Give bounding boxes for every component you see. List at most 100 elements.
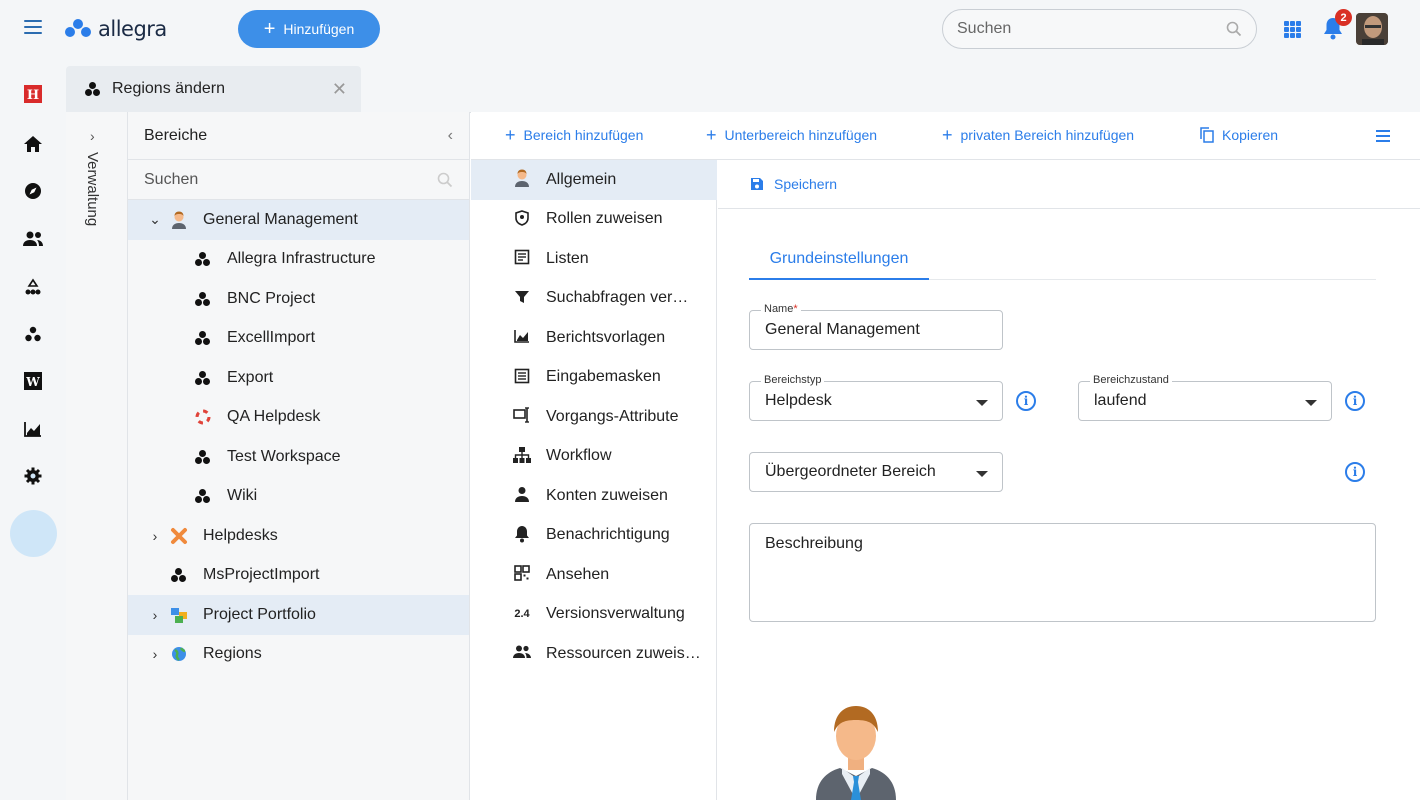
compass-icon[interactable] <box>22 180 44 202</box>
tree-item-label: ExcellImport <box>227 329 316 347</box>
chevron-right-icon[interactable]: › <box>148 528 162 544</box>
menu-item[interactable]: Listen <box>471 239 717 279</box>
chevron-down-icon[interactable]: ⌄ <box>148 211 162 228</box>
person-icon <box>513 169 531 190</box>
tree-item-label: General Management <box>203 210 358 228</box>
save-button[interactable]: Speichern <box>750 176 837 192</box>
menu-item[interactable]: Vorgangs-Attribute <box>471 397 717 437</box>
tree-item[interactable]: › Regions <box>128 635 469 675</box>
menu-item-label: Allgemein <box>546 170 617 188</box>
workspace-icon <box>194 250 212 268</box>
tab-grundeinstellungen[interactable]: Grundeinstellungen <box>749 240 929 280</box>
org-chart-icon[interactable] <box>22 276 44 298</box>
tree-header: Bereiche ‹ <box>128 112 469 160</box>
search-icon[interactable] <box>1226 21 1242 37</box>
tree-item[interactable]: Allegra Infrastructure <box>128 240 469 280</box>
tree-item-label: MsProjectImport <box>203 566 320 584</box>
tree-item-label: Export <box>227 368 274 386</box>
tree-item[interactable]: Test Workspace <box>128 437 469 477</box>
tab-regions-edit[interactable]: Regions ändern ✕ <box>66 66 361 112</box>
info-icon[interactable]: i <box>1016 391 1036 411</box>
menu-item-label: Konten zuweisen <box>546 486 668 504</box>
add-subarea-label: Unterbereich hinzufügen <box>724 127 878 143</box>
menu-item[interactable]: Suchabfragen ver… <box>471 279 717 319</box>
area-type-select[interactable]: Bereichstyp Helpdesk <box>749 374 1003 421</box>
copy-button[interactable]: Kopieren <box>1200 127 1278 143</box>
add-area-button[interactable]: + Bereich hinzufügen <box>505 126 643 144</box>
notification-badge: 2 <box>1335 9 1352 26</box>
dropdown-arrow-icon <box>1305 400 1317 406</box>
name-field[interactable]: Name* General Management <box>749 303 1003 350</box>
area-tree: Bereiche ‹ ⌄ General Management Allegra In… <box>128 112 470 800</box>
allegra-logo[interactable]: allegra <box>64 14 167 44</box>
workspace-icon <box>194 369 212 387</box>
tree-item[interactable]: Export <box>128 358 469 398</box>
account-icon <box>513 486 531 505</box>
chevron-right-icon[interactable]: › <box>148 607 162 623</box>
parent-area-select[interactable]: Übergeordneter Bereich <box>749 452 1003 492</box>
tree-search-input[interactable] <box>144 170 404 189</box>
menu-item[interactable]: Berichtsvorlagen <box>471 318 717 358</box>
more-menu-icon[interactable] <box>1376 130 1390 142</box>
form-icon <box>513 368 531 387</box>
menu-item[interactable]: Konten zuweisen <box>471 476 717 516</box>
global-search[interactable] <box>942 9 1257 49</box>
expand-chevron-icon[interactable]: › <box>90 128 95 144</box>
menu-item[interactable]: 2.4 Versionsverwaltung <box>471 595 717 635</box>
menu-item[interactable]: Allgemein <box>471 160 717 200</box>
area-state-select[interactable]: Bereichzustand laufend <box>1078 374 1332 421</box>
plus-icon: + <box>263 18 276 40</box>
tree-item[interactable]: QA Helpdesk <box>128 398 469 438</box>
workflow-icon <box>513 446 531 466</box>
tree-item[interactable]: BNC Project <box>128 279 469 319</box>
chevron-right-icon[interactable]: › <box>148 646 162 662</box>
menu-item[interactable]: Rollen zuweisen <box>471 200 717 240</box>
users-icon[interactable] <box>22 228 44 250</box>
close-tab-icon[interactable]: ✕ <box>332 79 347 100</box>
menu-item[interactable]: Workflow <box>471 437 717 477</box>
dropdown-arrow-icon <box>976 400 988 406</box>
w-logo-icon[interactable]: W <box>22 370 44 392</box>
menu-item[interactable]: Eingabemasken <box>471 358 717 398</box>
collapse-chevron-icon[interactable]: ‹ <box>448 127 453 145</box>
menu-item[interactable]: Ressourcen zuweis… <box>471 634 717 674</box>
add-button[interactable]: + Hinzufügen <box>238 10 380 48</box>
groups-icon[interactable] <box>22 323 44 345</box>
tree-item[interactable]: ⌄ General Management <box>128 200 469 240</box>
description-textarea[interactable]: Beschreibung <box>749 523 1376 622</box>
add-subarea-button[interactable]: + Unterbereich hinzufügen <box>706 125 878 145</box>
info-icon[interactable]: i <box>1345 391 1365 411</box>
apps-grid-icon[interactable] <box>1284 21 1301 38</box>
menu-item-label: Ressourcen zuweis… <box>546 644 701 662</box>
tree-item-label: QA Helpdesk <box>227 408 321 426</box>
add-private-area-button[interactable]: + privaten Bereich hinzufügen <box>942 126 1134 144</box>
area-state-value: laufend <box>1094 392 1147 409</box>
resources-icon <box>513 645 531 662</box>
search-icon[interactable] <box>437 172 453 188</box>
user-avatar[interactable] <box>1356 13 1388 45</box>
copy-icon <box>1200 127 1214 143</box>
tree-item[interactable]: ExcellImport <box>128 319 469 359</box>
tree-item-label: BNC Project <box>227 289 316 307</box>
menu-item[interactable]: Ansehen <box>471 555 717 595</box>
verwaltung-panel[interactable]: › Verwaltung <box>66 112 128 800</box>
bell-icon <box>513 525 531 546</box>
tree-item[interactable]: › Project Portfolio <box>128 595 469 635</box>
portfolio-icon <box>170 606 188 624</box>
plus-icon: + <box>706 125 717 145</box>
tree-item[interactable]: › Helpdesks <box>128 516 469 556</box>
info-icon[interactable]: i <box>1345 462 1365 482</box>
hamburger-menu-icon[interactable] <box>24 20 42 34</box>
tree-item[interactable]: MsProjectImport <box>128 556 469 596</box>
tree-search[interactable] <box>128 160 469 200</box>
required-marker: * <box>793 303 798 315</box>
area-person-image[interactable] <box>812 700 900 800</box>
logo-text: allegra <box>98 17 167 41</box>
global-search-input[interactable] <box>957 20 1197 38</box>
menu-item[interactable]: Benachrichtigung <box>471 516 717 556</box>
home-icon[interactable] <box>22 133 44 155</box>
tree-item[interactable]: Wiki <box>128 477 469 517</box>
settings-gear-icon[interactable] <box>22 465 44 487</box>
h-logo-icon[interactable]: H <box>22 83 44 105</box>
chart-icon[interactable] <box>22 418 44 440</box>
